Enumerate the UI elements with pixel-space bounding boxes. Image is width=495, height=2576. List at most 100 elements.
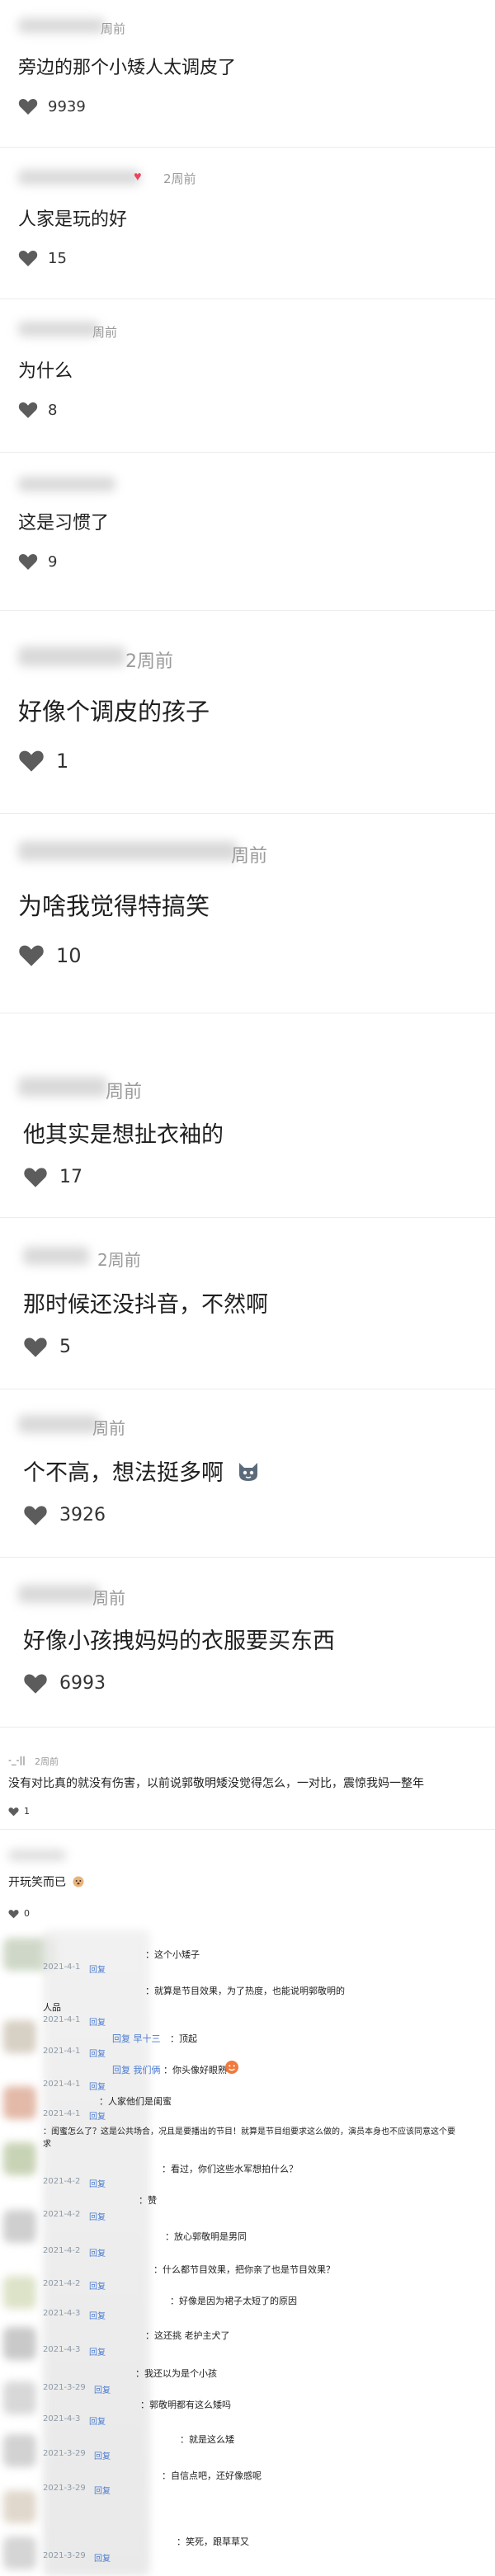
like-button[interactable]: 10 xyxy=(18,943,82,967)
chat-reply-button[interactable]: 回复 xyxy=(89,2246,106,2259)
heart-icon xyxy=(19,945,44,966)
chat-reply-button[interactable]: 回复 xyxy=(89,2177,106,2189)
chat-reply-button[interactable]: 回复 xyxy=(89,2279,106,2292)
comment-text: 好像小孩拽妈妈的衣服要买东西 xyxy=(23,1629,335,1654)
heart-icon xyxy=(24,1337,47,1357)
heart-icon xyxy=(24,1674,47,1694)
comment-text-row: 开玩笑而已 xyxy=(8,1873,85,1891)
like-button[interactable]: 5 xyxy=(23,1336,71,1358)
chat-reply-target[interactable]: 回复 早十三 xyxy=(112,2032,161,2045)
like-button[interactable]: 0 xyxy=(8,1908,30,1919)
chat-reply-button[interactable]: 回复 xyxy=(89,1963,106,1975)
chat-reply-button[interactable]: 回复 xyxy=(89,2309,106,2321)
chat-text: ：放心郭敬明是男同 xyxy=(165,2231,247,2242)
heart-icon xyxy=(18,554,38,570)
blurred-username xyxy=(18,1077,107,1097)
divider xyxy=(0,147,495,148)
divider xyxy=(0,298,495,299)
comment-text: 那时候还没抖音，不然啊 xyxy=(23,1292,268,1318)
chat-text: ：笑死，跟草草又 xyxy=(177,2536,249,2547)
chat-reply-button[interactable]: 回复 xyxy=(94,2484,111,2496)
chat-reply-button[interactable]: 回复 xyxy=(89,2109,106,2122)
chat-text: ：什么都节目效果，把你亲了也是节目效果？ xyxy=(153,2264,335,2275)
comment-text: 开玩笑而已 xyxy=(8,1876,66,1889)
like-button[interactable]: 15 xyxy=(18,249,67,267)
chat-time: 2021-4-3 xyxy=(43,2414,81,2423)
chat-reply-button[interactable]: 回复 xyxy=(89,2210,106,2222)
blurred-avatar xyxy=(3,2434,36,2467)
chat-reply-button[interactable]: 回复 xyxy=(89,2414,106,2427)
divider xyxy=(0,1829,495,1830)
heart-icon xyxy=(8,1909,19,1918)
smile-emoji-icon xyxy=(224,2060,239,2079)
chat-text: ：闺蜜怎么了？这是公共场合，况且是要播出的节目！就算是节目组要求这么做的，演员本… xyxy=(43,2127,455,2149)
chat-reply-button[interactable]: 回复 xyxy=(89,2345,106,2357)
comment-text: 人家是玩的好 xyxy=(18,209,128,230)
chat-time: 2021-4-2 xyxy=(43,2279,81,2288)
blurred-avatar xyxy=(3,2086,36,2119)
comment-text: 好像个调皮的孩子 xyxy=(18,698,210,726)
chat-reply-target[interactable]: 回复 我们俩 xyxy=(112,2063,161,2076)
blurred-avatar xyxy=(3,2536,36,2569)
like-button[interactable]: 9939 xyxy=(18,97,86,115)
heart-icon xyxy=(18,99,38,115)
like-button[interactable]: 1 xyxy=(18,749,68,773)
blurred-avatar xyxy=(3,2210,36,2243)
comment-text: 个不高，想法挺多啊 xyxy=(23,1460,224,1486)
chat-reply-button[interactable]: 回复 xyxy=(94,2449,111,2461)
like-button[interactable]: 9 xyxy=(18,552,57,571)
divider xyxy=(0,1217,495,1218)
chat-text: ：这个小矮子 xyxy=(145,1949,200,1960)
cat-emoji-icon xyxy=(236,1460,261,1488)
like-count: 6993 xyxy=(59,1673,106,1694)
chat-time: 2021-4-2 xyxy=(43,2210,81,2219)
like-button[interactable]: 17 xyxy=(23,1166,82,1188)
blurred-username xyxy=(18,170,140,185)
divider xyxy=(0,1557,495,1558)
comment-text-row: 个不高，想法挺多啊 xyxy=(23,1455,261,1488)
chat-time: 2021-4-1 xyxy=(43,2047,81,2056)
chat-reply-button[interactable]: 回复 xyxy=(89,2080,106,2092)
chat-reply-button[interactable]: 回复 xyxy=(94,2383,111,2395)
chat-time: 2021-4-1 xyxy=(43,2109,81,2118)
heart-icon xyxy=(19,750,44,772)
comment-text: 他其实是想扯衣袖的 xyxy=(23,1122,224,1148)
heart-icon xyxy=(24,1506,47,1525)
blurred-username xyxy=(18,1415,99,1433)
blurred-username xyxy=(18,477,116,491)
divider xyxy=(0,1727,495,1728)
chat-text: ：郭敬明都有这么矮吗 xyxy=(140,2400,231,2410)
comment-time: 2周前 xyxy=(35,1756,59,1767)
chat-text: ：你头像好眼熟 xyxy=(163,2065,227,2075)
like-button[interactable]: 3926 xyxy=(23,1504,106,1526)
chat-time: 2021-4-1 xyxy=(43,1963,81,1972)
chat-text: 人品 xyxy=(43,2002,61,2013)
chat-text: ：人家他们是闺蜜 xyxy=(99,2096,172,2107)
comment-text: 为啥我觉得特搞笑 xyxy=(18,892,210,920)
like-button[interactable]: 6993 xyxy=(23,1672,106,1695)
blurred-avatar xyxy=(3,2020,36,2053)
like-button[interactable]: 8 xyxy=(18,401,57,419)
chat-text: ：赞 xyxy=(139,2195,157,2206)
comment-time: 周前 xyxy=(92,1588,125,1608)
chat-text: ：顶起 xyxy=(170,2033,197,2044)
heart-icon xyxy=(8,1807,19,1816)
heart-icon xyxy=(18,402,38,418)
comment-time: 周前 xyxy=(92,325,118,340)
chat-text: ：看过，你们这些水军想拍什么？ xyxy=(162,2164,298,2174)
divider xyxy=(0,452,495,453)
like-count: 9 xyxy=(48,552,58,571)
chat-text: ：我还以为是个小孩 xyxy=(135,2368,217,2379)
heart-icon xyxy=(18,251,38,266)
divider xyxy=(0,813,495,814)
chat-time: 2021-3-29 xyxy=(43,2484,86,2493)
comment-time: 周前 xyxy=(106,1082,143,1102)
chat-reply-button[interactable]: 回复 xyxy=(89,2047,106,2059)
chat-reply-button[interactable]: 回复 xyxy=(89,2015,106,2028)
comment-username: -_-|| xyxy=(8,1755,26,1765)
like-count: 15 xyxy=(48,249,67,267)
chat-text: ：就是这么矮 xyxy=(180,2434,234,2445)
like-button[interactable]: 1 xyxy=(8,1806,30,1817)
comment-text: 为什么 xyxy=(18,361,73,382)
chat-reply-button[interactable]: 回复 xyxy=(94,2551,111,2564)
